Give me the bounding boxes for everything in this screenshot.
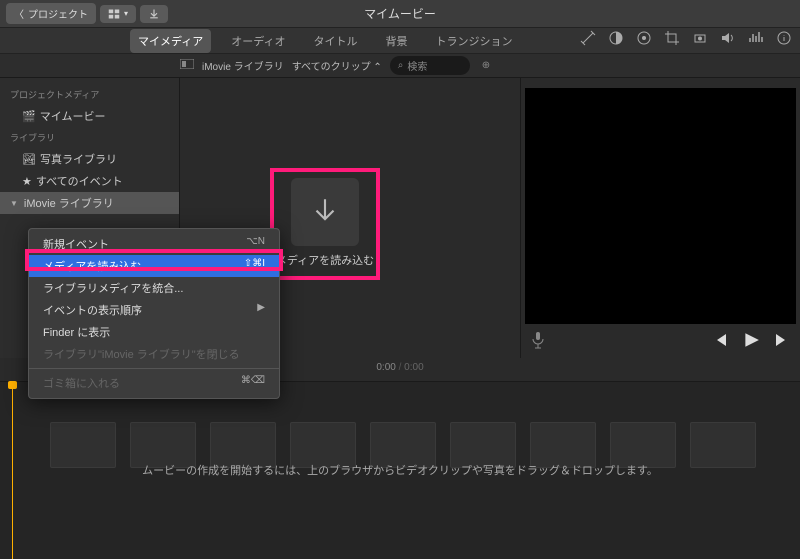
- crop-icon[interactable]: [664, 30, 680, 49]
- menu-label: 新規イベント: [43, 236, 109, 252]
- sidebar-item-photos-library[interactable]: 🏞 写真ライブラリ: [0, 148, 179, 170]
- menu-shortcut: ⌘⌫: [241, 375, 265, 391]
- photo-icon: 🏞: [22, 153, 36, 166]
- play-button[interactable]: [742, 331, 760, 352]
- menu-label: イベントの表示順序: [43, 302, 142, 318]
- import-media-label: メディアを読み込む: [274, 252, 376, 276]
- menu-reveal-in-finder[interactable]: Finder に表示: [29, 321, 279, 343]
- total-time: 0:00: [404, 362, 423, 373]
- current-time: 0:00: [376, 362, 395, 373]
- chevron-left-icon: 〈: [14, 6, 24, 21]
- next-button[interactable]: [774, 332, 790, 351]
- sidebar-item-my-movie[interactable]: 🎬 マイムービー: [0, 105, 179, 127]
- menu-import-media[interactable]: メディアを読み込む... ⇧⌘I: [29, 255, 279, 277]
- clapperboard-icon: 🎬: [22, 110, 36, 123]
- prev-button[interactable]: [712, 332, 728, 351]
- menu-label: メディアを読み込む...: [43, 258, 150, 274]
- filmstrip-icon[interactable]: [180, 59, 194, 72]
- menu-consolidate[interactable]: ライブラリメディアを統合...: [29, 277, 279, 299]
- tab-titles[interactable]: タイトル: [305, 29, 365, 53]
- back-label: プロジェクト: [28, 6, 88, 21]
- menu-shortcut: ⌥N: [246, 236, 265, 252]
- color-balance-icon[interactable]: [608, 30, 624, 49]
- submenu-arrow-icon: ▶: [257, 302, 265, 318]
- settings-gear-icon[interactable]: ⊕: [482, 60, 490, 71]
- sidebar-item-label: マイムービー: [40, 108, 106, 124]
- menu-new-event[interactable]: 新規イベント ⌥N: [29, 233, 279, 255]
- info-icon[interactable]: [776, 30, 792, 49]
- menu-label: ゴミ箱に入れる: [43, 375, 120, 391]
- sidebar-item-label: 写真ライブラリ: [40, 151, 117, 167]
- menu-move-to-trash: ゴミ箱に入れる ⌘⌫: [29, 372, 279, 394]
- tab-my-media[interactable]: マイメディア: [130, 29, 211, 53]
- menu-label: Finder に表示: [43, 324, 110, 340]
- back-to-projects-button[interactable]: 〈 プロジェクト: [6, 3, 96, 24]
- search-icon: ⌕: [398, 60, 404, 71]
- library-selector[interactable]: iMovie ライブラリ: [202, 58, 284, 73]
- menu-separator: [29, 368, 279, 369]
- microphone-icon[interactable]: [531, 331, 545, 352]
- search-placeholder: 検索: [407, 58, 427, 73]
- tab-backgrounds[interactable]: 背景: [377, 29, 415, 53]
- playhead[interactable]: [12, 382, 13, 559]
- import-media-target[interactable]: メディアを読み込む: [270, 168, 380, 280]
- import-button[interactable]: [140, 5, 168, 23]
- sidebar-item-label: すべてのイベント: [36, 173, 123, 189]
- sidebar-item-label: iMovie ライブラリ: [24, 195, 114, 211]
- menu-label: ライブラリ"iMovie ライブラリ"を閉じる: [43, 346, 240, 362]
- import-arrow-icon: [291, 178, 359, 246]
- menu-sort-events[interactable]: イベントの表示順序 ▶: [29, 299, 279, 321]
- star-icon: ★: [22, 175, 32, 188]
- project-title: マイムービー: [364, 5, 436, 22]
- color-wheel-icon[interactable]: [636, 30, 652, 49]
- stabilize-icon[interactable]: [692, 30, 708, 49]
- project-media-header: プロジェクトメディア: [0, 84, 179, 105]
- timeline-slot[interactable]: [690, 422, 756, 468]
- search-input[interactable]: ⌕ 検索: [390, 56, 470, 75]
- enhance-icon[interactable]: [580, 30, 596, 49]
- library-header: ライブラリ: [0, 127, 179, 148]
- volume-icon[interactable]: [720, 30, 736, 49]
- view-toggle-button[interactable]: ▾: [100, 5, 136, 23]
- sidebar-item-imovie-library[interactable]: ▼ iMovie ライブラリ: [0, 192, 179, 214]
- timeline[interactable]: ムービーの作成を開始するには、上のブラウザからビデオクリップや写真をドラッグ＆ド…: [0, 381, 800, 559]
- context-menu: 新規イベント ⌥N メディアを読み込む... ⇧⌘I ライブラリメディアを統合.…: [28, 228, 280, 399]
- equalizer-icon[interactable]: [748, 30, 764, 49]
- grid-icon: [108, 8, 120, 20]
- chevron-down-icon: ▾: [124, 9, 128, 18]
- menu-close-library: ライブラリ"iMovie ライブラリ"を閉じる: [29, 343, 279, 365]
- menu-label: ライブラリメディアを統合...: [43, 280, 183, 296]
- tab-audio[interactable]: オーディオ: [223, 29, 293, 53]
- timeline-hint: ムービーの作成を開始するには、上のブラウザからビデオクリップや写真をドラッグ＆ド…: [142, 462, 658, 478]
- clips-filter[interactable]: すべてのクリップ ⌃: [292, 58, 382, 73]
- preview-viewport[interactable]: [525, 88, 796, 324]
- menu-shortcut: ⇧⌘I: [244, 258, 265, 274]
- tab-transitions[interactable]: トランジション: [427, 29, 520, 53]
- disclosure-triangle-icon[interactable]: ▼: [10, 199, 18, 208]
- sidebar-item-all-events[interactable]: ★ すべてのイベント: [0, 170, 179, 192]
- timeline-slot[interactable]: [50, 422, 116, 468]
- preview-pane: [520, 78, 800, 358]
- download-arrow-icon: [148, 8, 160, 20]
